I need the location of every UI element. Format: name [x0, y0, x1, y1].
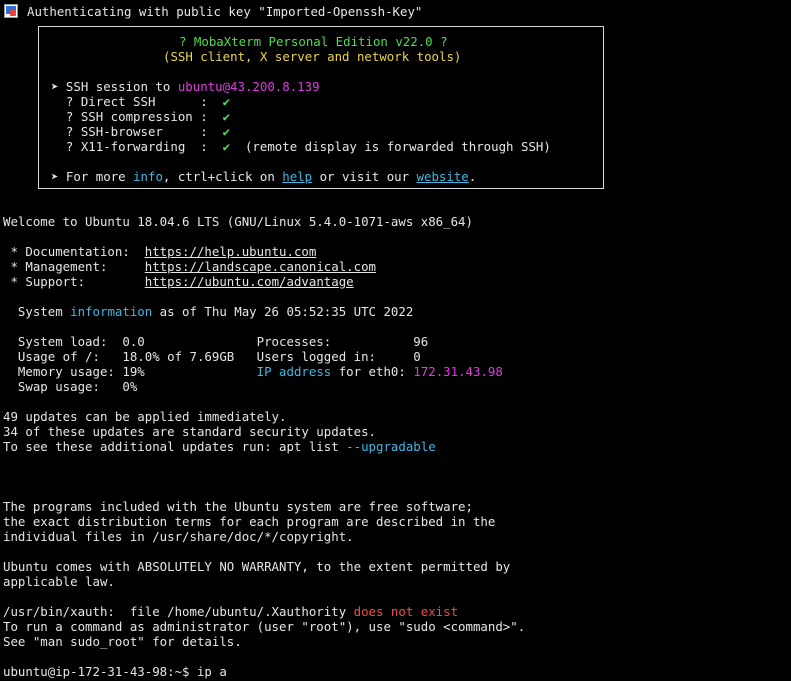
session-line: ➤ SSH session to ubuntu@43.200.8.139 — [51, 79, 320, 94]
stats-row-swap: Swap usage: 0% — [3, 379, 138, 394]
website-link[interactable]: website — [417, 169, 469, 184]
support-link[interactable]: https://ubuntu.com/advantage — [145, 274, 354, 289]
updates-line-2: 34 of these updates are standard securit… — [3, 424, 376, 439]
feature-x11-forwarding: ? X11-forwarding : ✔ (remote display is … — [51, 139, 551, 154]
feature-ssh-compression: ? SSH compression : ✔ — [51, 109, 231, 124]
stats-row-load: System load: 0.0 Processes: 96 — [3, 334, 429, 349]
documentation-line: * Documentation: https://help.ubuntu.com — [3, 244, 317, 259]
auth-line: Authenticating with public key "Imported… — [27, 4, 423, 19]
stats-row-memory: Memory usage: 19% IP address for eth0: 1… — [3, 364, 503, 379]
documentation-link[interactable]: https://help.ubuntu.com — [145, 244, 317, 259]
shell-prompt: ubuntu@ip-172-31-43-98:~$ — [3, 664, 197, 679]
xauth-error: does not exist — [353, 604, 459, 619]
xauth-line: /usr/bin/xauth: file /home/ubuntu/.Xauth… — [3, 604, 459, 619]
sudo-line-1: To run a command as administrator (user … — [3, 619, 526, 634]
feature-ssh-browser: ? SSH-browser : ✔ — [51, 124, 231, 139]
updates-line-3: To see these additional updates run: apt… — [3, 439, 436, 454]
banner-title: ? MobaXterm Personal Edition v22.0 ? — [179, 34, 448, 49]
mobaxterm-app-icon — [4, 4, 18, 18]
feature-direct-ssh: ? Direct SSH : ✔ — [51, 94, 231, 109]
management-link[interactable]: https://landscape.canonical.com — [145, 259, 376, 274]
updates-line-1: 49 updates can be applied immediately. — [3, 409, 287, 424]
legal-line-1: The programs included with the Ubuntu sy… — [3, 499, 473, 514]
check-icon: ✔ — [222, 124, 231, 139]
legal-line-3: individual files in /usr/share/doc/*/cop… — [3, 529, 354, 544]
command-line[interactable]: ubuntu@ip-172-31-43-98:~$ ip a — [3, 664, 227, 679]
warranty-line-2: applicable law. — [3, 574, 115, 589]
legal-line-2: the exact distribution terms for each pr… — [3, 514, 496, 529]
management-line: * Management: https://landscape.canonica… — [3, 259, 377, 274]
warranty-line-1: Ubuntu comes with ABSOLUTELY NO WARRANTY… — [3, 559, 511, 574]
check-icon: ✔ — [222, 109, 231, 124]
check-icon: ✔ — [222, 139, 231, 154]
system-info-line: System information as of Thu May 26 05:5… — [3, 304, 414, 319]
session-target: ubuntu@43.200.8.139 — [177, 79, 320, 94]
info-link[interactable]: info — [133, 169, 163, 184]
support-line: * Support: https://ubuntu.com/advantage — [3, 274, 354, 289]
typed-command[interactable]: ip a — [197, 664, 227, 679]
welcome-line: Welcome to Ubuntu 18.04.6 LTS (GNU/Linux… — [3, 214, 473, 229]
check-icon: ✔ — [222, 94, 231, 109]
more-info-line: ➤ For more info, ctrl+click on help or v… — [51, 169, 477, 184]
help-link[interactable]: help — [282, 169, 312, 184]
ip-address-value: 172.31.43.98 — [413, 364, 503, 379]
banner-subtitle: (SSH client, X server and network tools) — [163, 49, 462, 64]
stats-row-usage: Usage of /: 18.0% of 7.69GB Users logged… — [3, 349, 421, 364]
sudo-line-2: See "man sudo_root" for details. — [3, 634, 242, 649]
